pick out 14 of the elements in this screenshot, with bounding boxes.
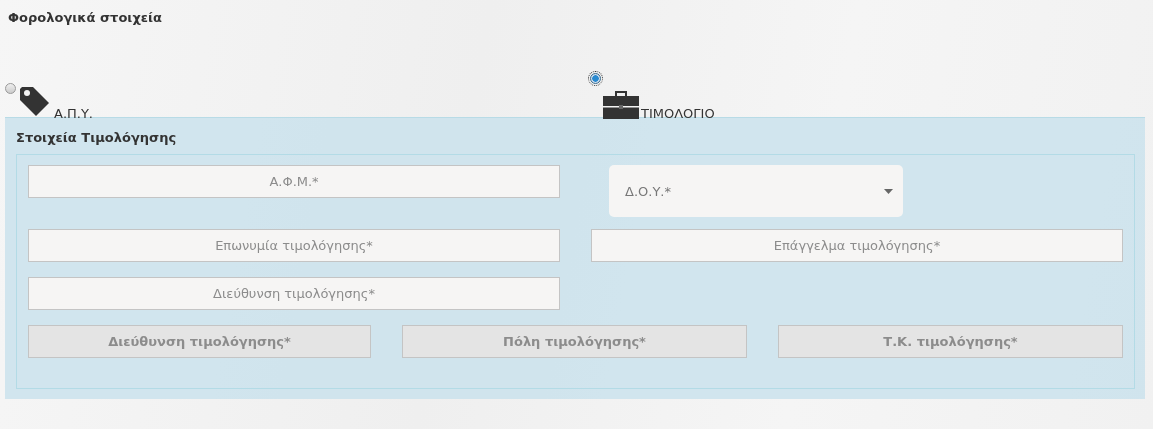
- radio-button[interactable]: [5, 83, 16, 94]
- option-label: ΤΙΜΟΛΟΓΙΟ: [641, 106, 715, 121]
- dropdown-field[interactable]: Δ.Ο.Υ.*: [609, 165, 903, 217]
- panel-title: Στοιχεία Τιμολόγησης: [16, 129, 178, 147]
- text-field[interactable]: Διεύθυνση τιμολόγησης*: [28, 277, 560, 310]
- text-field[interactable]: Επάγγελμα τιμολόγησης*: [591, 229, 1123, 262]
- text-field[interactable]: Α.Φ.Μ.*: [28, 165, 560, 198]
- tag-icon: [18, 85, 52, 119]
- radio-button[interactable]: [590, 73, 601, 84]
- option-label: Α.Π.Υ.: [54, 106, 93, 121]
- briefcase-icon: [603, 89, 639, 119]
- caret-icon: [884, 188, 893, 194]
- section-heading: Φορολογικά στοιχεία: [8, 9, 164, 27]
- text-field[interactable]: Επωνυμία τιμολόγησης*: [28, 229, 560, 262]
